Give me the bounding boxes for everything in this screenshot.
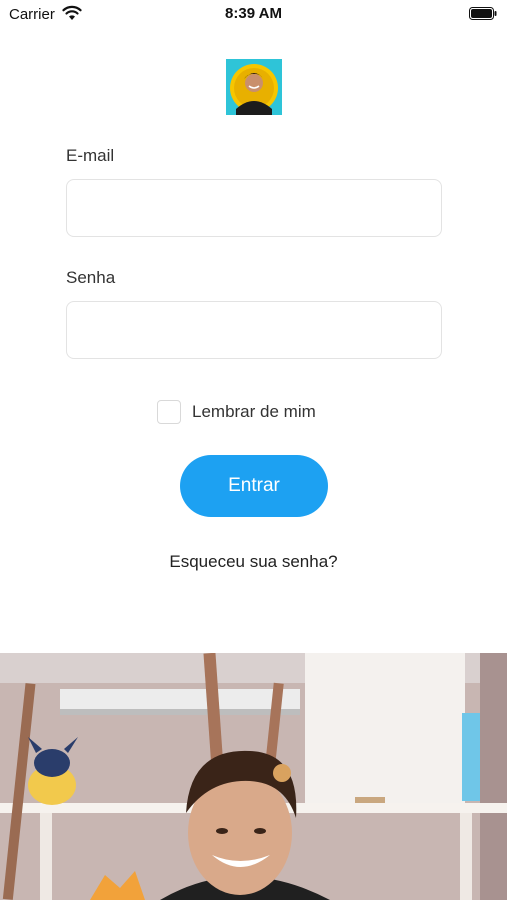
avatar-image [226,59,282,115]
remember-me-row[interactable]: Lembrar de mim [157,399,316,425]
email-label: E-mail [66,146,115,165]
battery-icon [469,7,497,20]
avatar-logo [226,59,282,115]
login-button[interactable]: Entrar [180,455,328,517]
hero-photo-image [0,653,507,900]
status-bar: Carrier 8:39 AM [0,0,507,28]
email-field[interactable] [66,179,442,237]
password-label: Senha [66,268,116,287]
password-field[interactable] [66,301,442,359]
clock: 8:39 AM [225,5,282,22]
remember-me-checkbox[interactable] [157,400,181,424]
remember-me-label[interactable]: Lembrar de mim [192,402,316,422]
hero-photo [0,653,507,900]
forgot-password-link[interactable]: Esqueceu sua senha? [0,552,507,572]
